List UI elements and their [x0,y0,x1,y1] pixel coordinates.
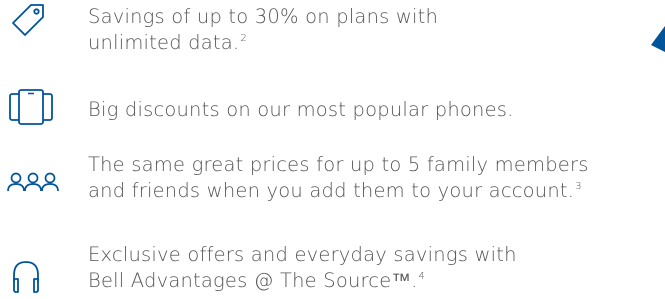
price-tag-icon [8,2,48,40]
footnote-marker: 3 [575,181,582,192]
benefit-text-line: Savings of up to 30% on plans with [88,5,439,28]
benefit-text-line: Big discounts on our most popular phones… [88,98,514,121]
decorative-corner-shape [651,26,665,52]
benefit-text-line: unlimited data.2 [88,30,438,56]
people-group-icon [6,171,62,195]
headphones-icon [11,259,41,295]
benefit-text-fragment: Bell Advantages @ The Source™. [88,269,418,292]
benefit-text-fragment: and friends when you add them to your ac… [88,179,575,202]
footnote-marker: 2 [240,33,247,44]
benefit-text: The same great prices for up to 5 family… [88,152,589,204]
benefit-text-line: and friends when you add them to your ac… [88,178,589,204]
benefit-text-line: The same great prices for up to 5 family… [88,153,589,176]
benefit-text: Savings of up to 30% on plans with unlim… [88,4,438,56]
footnote-marker: 4 [418,271,426,282]
benefit-text-line: Bell Advantages @ The Source™.4 [88,268,517,294]
smartphones-icon [8,88,56,128]
benefit-text-fragment: unlimited data. [88,31,240,54]
benefit-text: Exclusive offers and everyday savings wi… [88,242,517,294]
benefit-text: Big discounts on our most popular phones… [88,97,514,123]
benefit-text-line: Exclusive offers and everyday savings wi… [88,243,517,266]
